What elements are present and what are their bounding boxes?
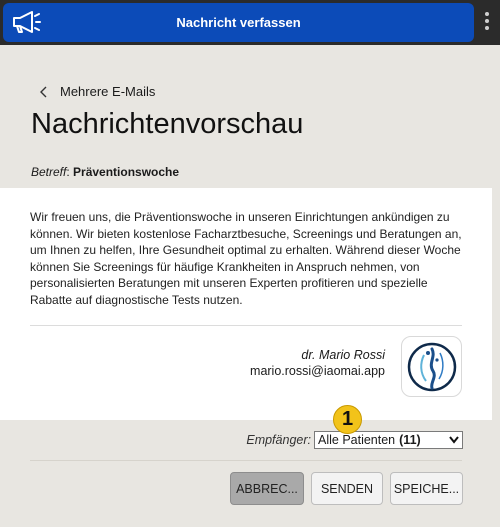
- page-title: Nachrichtenvorschau: [31, 108, 304, 140]
- recipients-count: (11): [399, 433, 421, 447]
- subject-label: Betreff: [31, 165, 67, 179]
- signature-name: dr. Mario Rossi: [301, 348, 385, 362]
- step-number-badge: 1: [333, 405, 362, 434]
- spine-logo-icon: [407, 342, 456, 391]
- back-link[interactable]: Mehrere E-Mails: [38, 84, 155, 99]
- recipients-select[interactable]: Alle Patienten (11): [314, 431, 463, 449]
- recipients-row: Empfänger: Alle Patienten (11): [246, 431, 463, 449]
- recipients-selected-value: Alle Patienten: [318, 433, 396, 447]
- message-body: Wir freuen uns, die Präventionswoche in …: [30, 210, 462, 307]
- back-link-label: Mehrere E-Mails: [60, 84, 156, 99]
- footer-divider: [30, 460, 462, 461]
- clinic-logo: [401, 336, 462, 397]
- subject-value: Präventionswoche: [73, 165, 180, 179]
- chevron-down-icon: [449, 436, 459, 444]
- save-button[interactable]: SPEICHE...: [390, 472, 463, 505]
- recipients-label: Empfänger:: [246, 433, 311, 447]
- signature-divider: [30, 325, 462, 326]
- message-preview-card: Wir freuen uns, die Präventionswoche in …: [0, 188, 492, 420]
- kebab-menu-icon[interactable]: [480, 12, 494, 34]
- header-bar: Nachricht verfassen: [3, 3, 474, 42]
- chevron-left-icon: [40, 86, 47, 97]
- cancel-button[interactable]: ABBREC...: [230, 472, 304, 505]
- send-button[interactable]: SENDEN: [311, 472, 383, 505]
- signature-email: mario.rossi@iaomai.app: [250, 364, 385, 378]
- header-title: Nachricht verfassen: [176, 15, 301, 30]
- subject-line: Betreff: Präventionswoche: [31, 165, 180, 179]
